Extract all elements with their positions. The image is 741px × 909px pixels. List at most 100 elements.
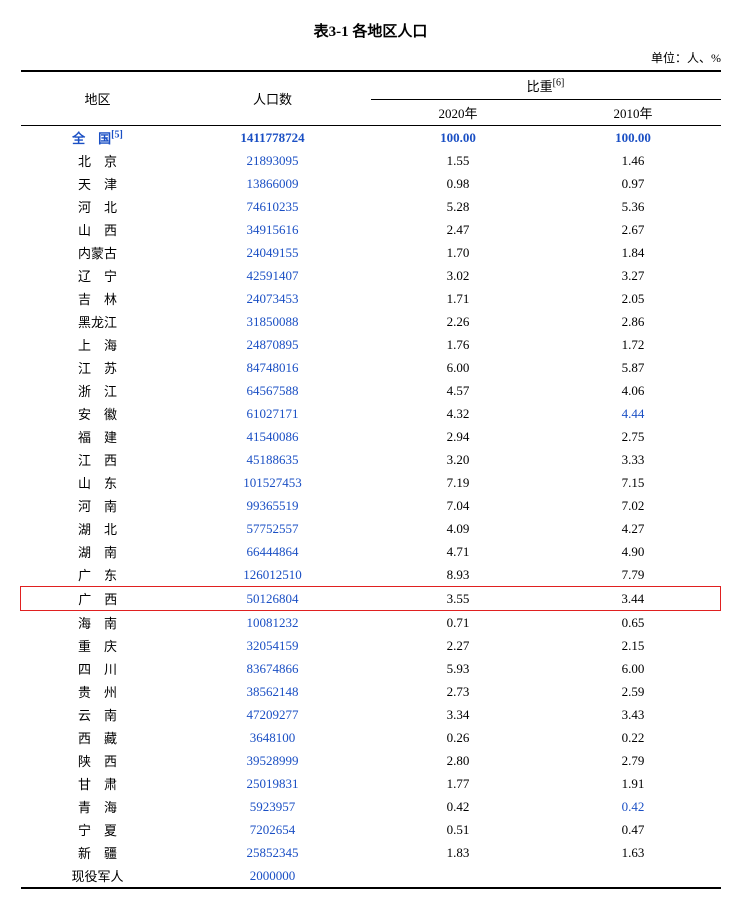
cell-2020: 4.57 xyxy=(371,379,546,402)
cell-2020: 2.94 xyxy=(371,425,546,448)
cell-region: 上 海 xyxy=(21,333,175,356)
cell-population: 101527453 xyxy=(175,471,371,494)
cell-population: 31850088 xyxy=(175,310,371,333)
cell-population: 38562148 xyxy=(175,680,371,703)
cell-2010: 4.44 xyxy=(546,402,721,425)
cell-2020: 4.09 xyxy=(371,517,546,540)
cell-2010: 5.36 xyxy=(546,195,721,218)
page-title: 表3-1 各地区人口 xyxy=(20,20,721,41)
cell-region: 湖 北 xyxy=(21,517,175,540)
cell-population: 34915616 xyxy=(175,218,371,241)
cell-2010: 6.00 xyxy=(546,657,721,680)
cell-population: 7202654 xyxy=(175,818,371,841)
table-row: 新 疆258523451.831.63 xyxy=(21,841,721,864)
table-row: 辽 宁425914073.023.27 xyxy=(21,264,721,287)
cell-2020: 7.04 xyxy=(371,494,546,517)
cell-population: 2000000 xyxy=(175,864,371,888)
cell-2010: 1.91 xyxy=(546,772,721,795)
table-row: 上 海248708951.761.72 xyxy=(21,333,721,356)
cell-2010: 0.97 xyxy=(546,172,721,195)
cell-region: 甘 肃 xyxy=(21,772,175,795)
cell-2010: 2.79 xyxy=(546,749,721,772)
cell-2010: 0.42 xyxy=(546,795,721,818)
cell-2010: 3.33 xyxy=(546,448,721,471)
table-row: 浙 江645675884.574.06 xyxy=(21,379,721,402)
cell-2010: 2.86 xyxy=(546,310,721,333)
cell-2010: 5.87 xyxy=(546,356,721,379)
cell-region: 全 国[5] xyxy=(21,126,175,150)
cell-2010: 0.47 xyxy=(546,818,721,841)
cell-2020: 7.19 xyxy=(371,471,546,494)
cell-2010: 2.59 xyxy=(546,680,721,703)
table-row: 海 南100812320.710.65 xyxy=(21,611,721,635)
cell-region: 海 南 xyxy=(21,611,175,635)
table-row: 内蒙古240491551.701.84 xyxy=(21,241,721,264)
table-row: 北 京218930951.551.46 xyxy=(21,149,721,172)
cell-2020: 5.28 xyxy=(371,195,546,218)
table-row: 宁 夏72026540.510.47 xyxy=(21,818,721,841)
cell-2010: 4.90 xyxy=(546,540,721,563)
table-row: 重 庆320541592.272.15 xyxy=(21,634,721,657)
cell-2010: 100.00 xyxy=(546,126,721,150)
table-row: 黑龙江318500882.262.86 xyxy=(21,310,721,333)
cell-region: 新 疆 xyxy=(21,841,175,864)
cell-2020: 0.42 xyxy=(371,795,546,818)
cell-population: 24049155 xyxy=(175,241,371,264)
cell-population: 32054159 xyxy=(175,634,371,657)
cell-2020: 0.71 xyxy=(371,611,546,635)
cell-population: 47209277 xyxy=(175,703,371,726)
cell-region: 贵 州 xyxy=(21,680,175,703)
cell-region: 四 川 xyxy=(21,657,175,680)
table-row: 全 国[5]1411778724100.00100.00 xyxy=(21,126,721,150)
cell-population: 50126804 xyxy=(175,587,371,611)
cell-2010: 3.44 xyxy=(546,587,721,611)
cell-2010: 1.72 xyxy=(546,333,721,356)
cell-population: 5923957 xyxy=(175,795,371,818)
cell-2010: 2.15 xyxy=(546,634,721,657)
table-row: 天 津138660090.980.97 xyxy=(21,172,721,195)
table-row: 陕 西395289992.802.79 xyxy=(21,749,721,772)
cell-population: 25019831 xyxy=(175,772,371,795)
table-row: 湖 南664448644.714.90 xyxy=(21,540,721,563)
table-row: 山 东1015274537.197.15 xyxy=(21,471,721,494)
cell-region: 湖 南 xyxy=(21,540,175,563)
cell-2020: 3.02 xyxy=(371,264,546,287)
cell-2020: 3.55 xyxy=(371,587,546,611)
cell-population: 99365519 xyxy=(175,494,371,517)
cell-population: 42591407 xyxy=(175,264,371,287)
cell-region: 山 西 xyxy=(21,218,175,241)
cell-region: 辽 宁 xyxy=(21,264,175,287)
cell-region: 广 东 xyxy=(21,563,175,587)
cell-2010: 7.15 xyxy=(546,471,721,494)
cell-2020: 8.93 xyxy=(371,563,546,587)
cell-population: 24870895 xyxy=(175,333,371,356)
cell-population: 61027171 xyxy=(175,402,371,425)
header-region: 地区 xyxy=(21,71,175,126)
cell-region: 广 西 xyxy=(21,587,175,611)
cell-2020: 2.47 xyxy=(371,218,546,241)
table-row: 四 川836748665.936.00 xyxy=(21,657,721,680)
table-row: 青 海59239570.420.42 xyxy=(21,795,721,818)
cell-population: 1411778724 xyxy=(175,126,371,150)
cell-region: 江 西 xyxy=(21,448,175,471)
cell-2020: 1.71 xyxy=(371,287,546,310)
cell-2020: 0.98 xyxy=(371,172,546,195)
cell-population: 10081232 xyxy=(175,611,371,635)
table-row: 福 建415400862.942.75 xyxy=(21,425,721,448)
cell-2020: 4.32 xyxy=(371,402,546,425)
cell-population: 41540086 xyxy=(175,425,371,448)
cell-region: 天 津 xyxy=(21,172,175,195)
cell-population: 126012510 xyxy=(175,563,371,587)
cell-population: 74610235 xyxy=(175,195,371,218)
cell-2020: 2.26 xyxy=(371,310,546,333)
cell-2020: 100.00 xyxy=(371,126,546,150)
cell-region: 宁 夏 xyxy=(21,818,175,841)
cell-2020: 5.93 xyxy=(371,657,546,680)
cell-2010: 2.05 xyxy=(546,287,721,310)
cell-2010: 7.79 xyxy=(546,563,721,587)
cell-2020 xyxy=(371,864,546,888)
cell-2010 xyxy=(546,864,721,888)
cell-population: 25852345 xyxy=(175,841,371,864)
table-row: 江 西451886353.203.33 xyxy=(21,448,721,471)
table-row: 广 东1260125108.937.79 xyxy=(21,563,721,587)
